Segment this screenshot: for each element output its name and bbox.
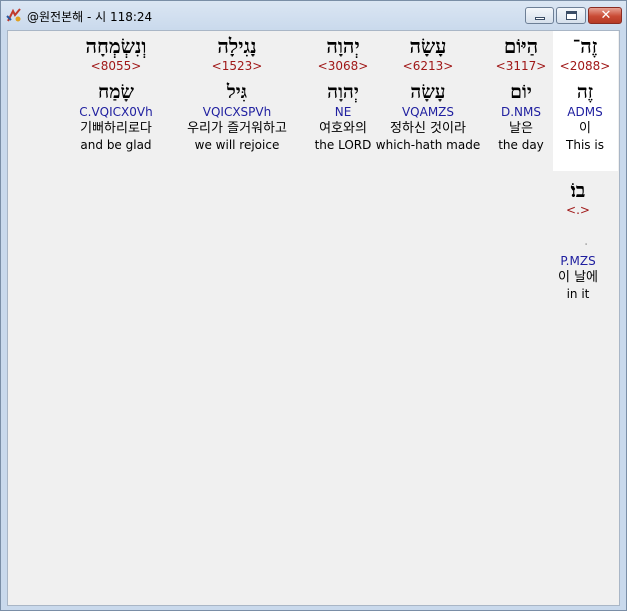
parse-code: C.VQICX0Vh [79,105,153,119]
close-icon: ✕ [600,8,612,23]
window-title: @원전본해 - 시 118:24 [27,10,153,24]
lemma-word: שָׂמַח [98,81,134,103]
lemma-mark: ׁ [513,242,627,254]
hebrew-word: בוֹ׃ [570,178,586,202]
word-column[interactable]: וְנִשְׂמְחָה <8055> שָׂמַח C.VQICX0Vh 기뻐… [51,33,181,153]
korean-gloss: 이 날에 [557,270,598,285]
word-column[interactable]: נָגִילָה <1523> גִּיל VQICXSPVh 우리가 즐거워하… [172,33,302,153]
lemma-word: גִּיל [226,81,248,103]
strong-number[interactable]: <1523> [172,59,302,74]
english-gloss: we will rejoice [194,138,280,152]
parse-code: VQICXSPVh [202,105,272,119]
app-icon [6,8,21,22]
title-bar[interactable]: @원전본해 - 시 118:24 ✕ [1,1,626,30]
english-gloss: in it [566,287,590,301]
korean-gloss: 우리가 즐거워하고 [187,121,287,136]
maximize-icon [566,11,577,20]
parse-code: P.MZS [560,254,596,268]
word-column[interactable]: בוֹ׃ <.> ׁ P.MZS 이 날에 in it [513,177,627,302]
lemma-word [513,222,627,242]
minimize-icon [535,17,545,20]
maximize-button[interactable] [556,7,586,24]
korean-gloss: 기뻐하리로다 [80,121,152,136]
close-button[interactable]: ✕ [588,7,622,24]
strong-number[interactable]: <.> [513,203,627,218]
verse-panel: זֶה־ <2088> זֶה ADMS 이 This is הַיּוֹם <… [7,30,620,606]
hebrew-word: נָגִילָה [217,34,257,58]
hebrew-word: וְנִשְׂמְחָה [85,34,147,58]
app-window: @원전본해 - 시 118:24 ✕ זֶה־ <2088> זֶה ADMS … [0,0,627,611]
minimize-button[interactable] [525,7,554,24]
english-gloss: and be glad [80,138,152,152]
strong-number[interactable]: <8055> [51,59,181,74]
